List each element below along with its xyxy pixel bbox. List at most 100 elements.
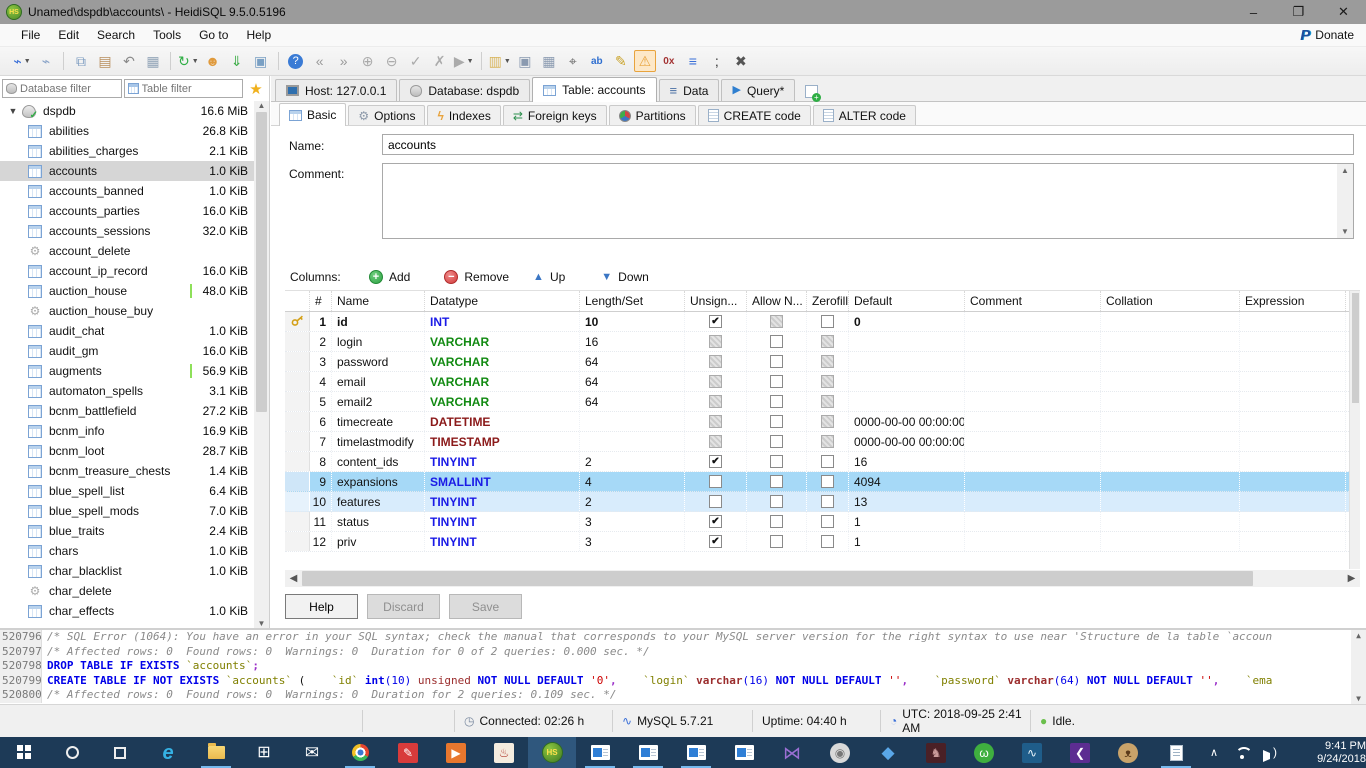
subtab-indexes[interactable]: ϟIndexes (427, 105, 500, 125)
tree-item-bcnm-loot[interactable]: bcnm_loot28.7 KiB (0, 441, 254, 461)
taskbar-photos-app-icon[interactable]: ✎ (384, 737, 432, 768)
load-sql-file-icon[interactable]: ▥▼ (488, 50, 512, 72)
subtab-foreign-keys[interactable]: ⇄Foreign keys (503, 105, 607, 125)
allow-null-checkbox[interactable] (770, 395, 783, 408)
unsigned-checkbox[interactable] (709, 355, 722, 368)
unsigned-checkbox[interactable] (709, 475, 722, 488)
grid-header-collation[interactable]: Collation (1101, 291, 1240, 311)
taskbar-db-window-1-icon[interactable] (576, 737, 624, 768)
move-down-button[interactable]: ▼ Down (601, 270, 649, 284)
tree-item-bcnm-treasure-chests[interactable]: bcnm_treasure_chests1.4 KiB (0, 461, 254, 481)
menu-file[interactable]: File (12, 25, 49, 45)
column-row-features[interactable]: 10featuresTINYINT213 (285, 492, 1349, 512)
subtab-basic[interactable]: Basic (279, 103, 346, 126)
dropdown-arrow-icon[interactable]: ▼ (504, 58, 511, 65)
tree-item-abilities-charges[interactable]: abilities_charges2.1 KiB (0, 141, 254, 161)
menu-edit[interactable]: Edit (49, 25, 88, 45)
close-button[interactable]: ✕ (1321, 0, 1366, 24)
tree-item-auction-house-buy[interactable]: ⚙auction_house_buy (0, 301, 254, 321)
cancel-editing-icon[interactable]: ✗ (429, 50, 451, 72)
taskbar-hamster-app-icon[interactable]: ᴥ (1104, 737, 1152, 768)
taskbar-visual-studio-icon[interactable]: ⋈ (768, 737, 816, 768)
zerofill-checkbox[interactable] (821, 415, 834, 428)
last-record-icon[interactable]: » (333, 50, 355, 72)
tree-item-account-delete[interactable]: ⚙account_delete (0, 241, 254, 261)
taskbar-wifi-icon[interactable] (1228, 737, 1256, 768)
allow-null-checkbox[interactable] (770, 355, 783, 368)
menu-go-to[interactable]: Go to (190, 25, 237, 45)
subtab-create-code[interactable]: CREATE code (698, 105, 811, 125)
scroll-right-icon[interactable]: ▶ (1343, 573, 1360, 584)
column-datatype[interactable]: SMALLINT (425, 472, 580, 491)
scroll-up-icon[interactable]: ▲ (258, 101, 266, 110)
expander-icon[interactable]: ▼ (4, 106, 22, 116)
grid-header-comment[interactable]: Comment (965, 291, 1101, 311)
session-manager-icon[interactable]: ⌁▼ (11, 50, 33, 72)
favorites-star-icon[interactable]: ★ (245, 80, 267, 98)
menu-tools[interactable]: Tools (144, 25, 190, 45)
insert-files-icon[interactable]: ≡ (682, 50, 704, 72)
tree-item-blue-spell-list[interactable]: blue_spell_list6.4 KiB (0, 481, 254, 501)
allow-null-checkbox[interactable] (770, 515, 783, 528)
grid-vscrollbar[interactable] (1349, 291, 1360, 569)
tree-item-accounts-parties[interactable]: accounts_parties16.0 KiB (0, 201, 254, 221)
taskbar-vscode-icon[interactable]: ❮ (1056, 737, 1104, 768)
database-filter[interactable] (2, 79, 122, 98)
delete-row-icon[interactable]: ⊖ (381, 50, 403, 72)
unsigned-checkbox[interactable] (709, 375, 722, 388)
column-row-email2[interactable]: 5email2VARCHAR64 (285, 392, 1349, 412)
column-row-password[interactable]: 3passwordVARCHAR64 (285, 352, 1349, 372)
tab-query[interactable]: ▶Query* (721, 79, 795, 101)
insert-row-icon[interactable]: ⊕ (357, 50, 379, 72)
column-row-timelastmodify[interactable]: 7timelastmodifyTIMESTAMP0000-00-00 00:00… (285, 432, 1349, 452)
zerofill-checkbox[interactable] (821, 535, 834, 548)
tree-item-automaton-spells[interactable]: automaton_spells3.1 KiB (0, 381, 254, 401)
taskbar-mail-icon[interactable]: ✉ (288, 737, 336, 768)
subtab-alter-code[interactable]: ALTER code (813, 105, 916, 125)
save-sql-icon[interactable]: ▣ (514, 50, 536, 72)
undo-icon[interactable]: ↶ (118, 50, 140, 72)
taskbar-db-window-2-icon[interactable] (624, 737, 672, 768)
save-snippet-icon[interactable]: ▦ (538, 50, 560, 72)
table-filter[interactable] (124, 79, 244, 98)
tree-item-audit-gm[interactable]: audit_gm16.0 KiB (0, 341, 254, 361)
grid-header-[interactable]: # (310, 291, 332, 311)
stop-icon[interactable]: ✖ (730, 50, 752, 72)
reformat-icon[interactable]: ✎ (610, 50, 632, 72)
grid-hscrollbar[interactable]: ◀ ▶ (285, 570, 1360, 587)
tree-item-accounts[interactable]: accounts1.0 KiB (0, 161, 254, 181)
hscroll-thumb[interactable] (302, 571, 1253, 586)
tab-data[interactable]: ≡Data (659, 79, 720, 101)
allow-null-checkbox[interactable] (770, 375, 783, 388)
tree-item-account-ip-record[interactable]: account_ip_record16.0 KiB (0, 261, 254, 281)
table-name-input[interactable] (382, 134, 1354, 155)
grid-header-length-set[interactable]: Length/Set (580, 291, 685, 311)
grid-header-datatype[interactable]: Datatype (425, 291, 580, 311)
zerofill-checkbox[interactable] (821, 355, 834, 368)
refresh-icon[interactable]: ↻▼ (177, 50, 200, 72)
tree-item-audit-chat[interactable]: audit_chat1.0 KiB (0, 321, 254, 341)
help-button[interactable]: Help (285, 594, 358, 619)
grid-header-unsign[interactable]: Unsign... (685, 291, 747, 311)
taskbar-heidisql-icon[interactable]: HS (528, 737, 576, 768)
tab-host-127-0-0-1[interactable]: Host: 127.0.0.1 (275, 79, 397, 101)
taskbar-cortana-icon[interactable] (48, 737, 96, 768)
column-datatype[interactable]: VARCHAR (425, 332, 580, 351)
taskbar-notepad-icon[interactable] (1152, 737, 1200, 768)
column-row-expansions[interactable]: 9expansionsSMALLINT44094 (285, 472, 1349, 492)
tree-item-bcnm-battlefield[interactable]: bcnm_battlefield27.2 KiB (0, 401, 254, 421)
unsigned-checkbox[interactable] (709, 315, 722, 328)
tree-item-chars[interactable]: chars1.0 KiB (0, 541, 254, 561)
delimiter-icon[interactable]: ; (706, 50, 728, 72)
allow-null-checkbox[interactable] (770, 455, 783, 468)
execute-sql-icon[interactable]: ▶▼ (453, 50, 475, 72)
column-row-content-ids[interactable]: 8content_idsTINYINT216 (285, 452, 1349, 472)
help-icon[interactable]: ? (285, 50, 307, 72)
zerofill-checkbox[interactable] (821, 335, 834, 348)
warning-icon[interactable]: ⚠ (634, 50, 656, 72)
scroll-thumb[interactable] (256, 112, 267, 412)
grid-header-name[interactable]: Name (332, 291, 425, 311)
zerofill-checkbox[interactable] (821, 475, 834, 488)
subtab-partitions[interactable]: Partitions (609, 105, 696, 125)
subtab-options[interactable]: ⚙Options (348, 105, 425, 125)
